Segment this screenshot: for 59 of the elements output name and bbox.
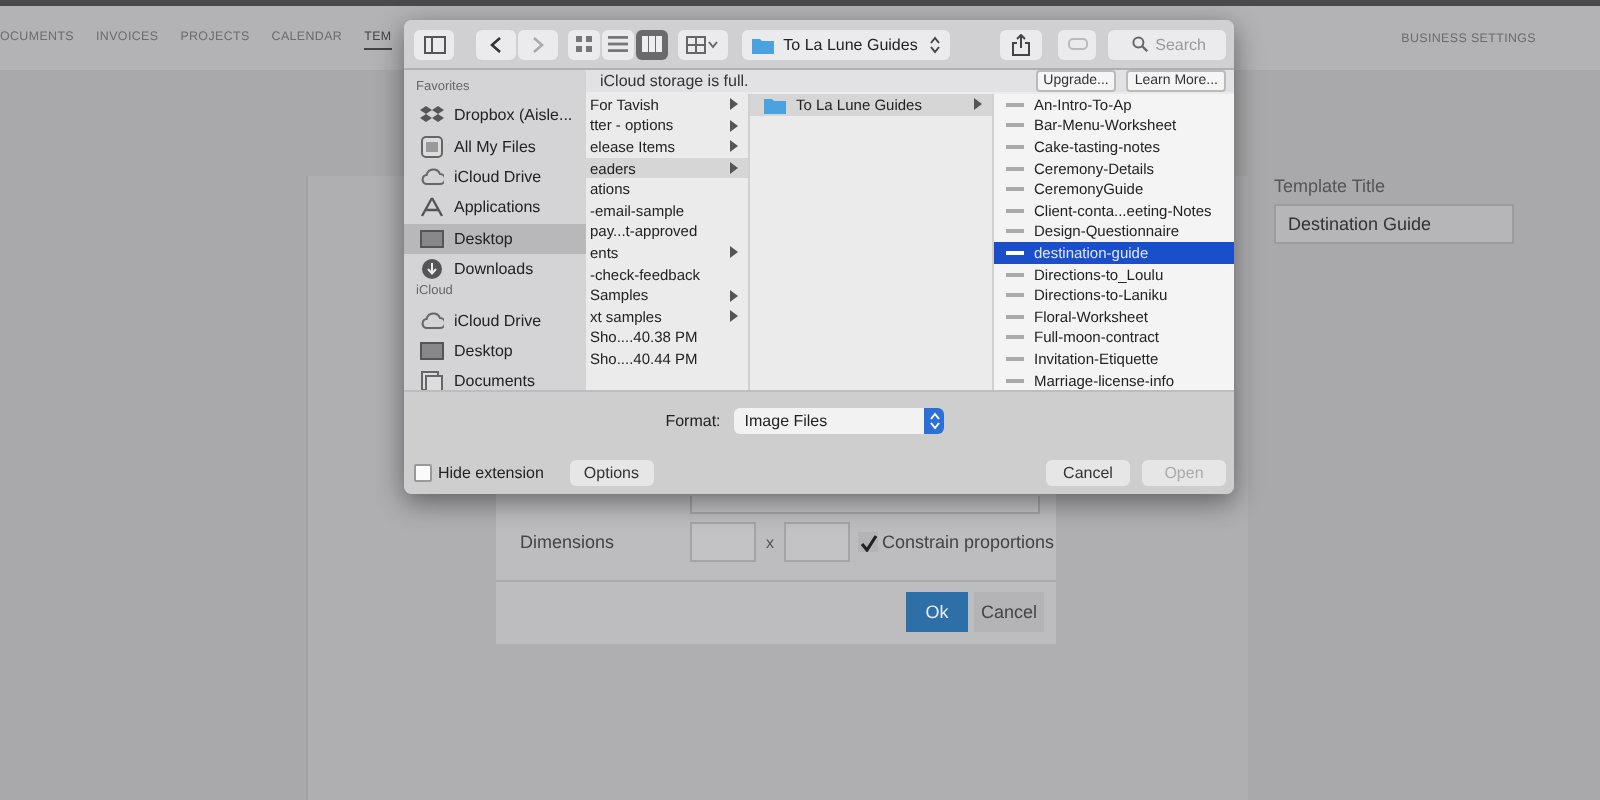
files-icon [420, 135, 444, 158]
disclosure-arrow-icon [974, 98, 982, 111]
download-icon [420, 258, 444, 281]
arrange-button[interactable] [678, 29, 728, 59]
view-mode-button[interactable] [636, 29, 669, 59]
hide-extension-label: Hide extension [438, 464, 544, 482]
dialog-button[interactable]: Cancel [1046, 460, 1130, 486]
folder-icon [751, 35, 774, 53]
chevron-left-icon [490, 35, 503, 53]
cloud-icon [420, 309, 444, 332]
sidebar-item[interactable]: Applications [404, 192, 586, 224]
monitor-icon [420, 227, 444, 250]
back-button[interactable] [476, 29, 517, 59]
width-field[interactable] [690, 522, 756, 562]
chevron-right-icon [532, 35, 545, 53]
check-icon [859, 533, 877, 551]
grid-icon [574, 34, 595, 54]
notice-text: iCloud storage is full. [600, 72, 749, 90]
sidebar-item[interactable]: Downloads [404, 253, 586, 285]
sidebar-item[interactable]: iCloud Drive [404, 304, 586, 336]
dialog-button[interactable]: Options [569, 460, 653, 486]
dropbox-icon [420, 104, 444, 127]
sidebar-item[interactable]: iCloud Drive [404, 161, 586, 193]
arrange-icon [686, 35, 719, 53]
checkbox[interactable] [414, 464, 432, 482]
path-label: To La Lune Guides [783, 35, 920, 53]
format-label: Format: [665, 412, 721, 430]
input-field[interactable] [690, 496, 1040, 514]
sidebar-item[interactable]: Dropbox (Aisle... [404, 100, 586, 131]
constrain-label: Constrain proportions [882, 532, 1055, 552]
sidebar-item[interactable]: Desktop [404, 223, 586, 254]
updown-icon [929, 412, 940, 430]
share-button[interactable] [1000, 29, 1043, 59]
share-icon [1012, 33, 1031, 55]
search-icon [1131, 36, 1148, 52]
search-placeholder: Search [1155, 35, 1206, 53]
tag-icon [1067, 38, 1087, 50]
disclosure-arrow-icon [730, 246, 738, 259]
times-sign: x [766, 533, 774, 551]
list-icon [608, 34, 629, 54]
monitor-icon [420, 339, 444, 362]
sidebar-icon [423, 35, 446, 53]
checkbox[interactable] [858, 532, 878, 552]
cancel-button[interactable]: Cancel [974, 592, 1044, 632]
updown-icon [930, 35, 941, 53]
height-field[interactable] [784, 522, 850, 562]
sidebar-toggle-button[interactable] [414, 29, 455, 59]
cloud-icon [420, 165, 444, 188]
columns-icon [642, 34, 663, 54]
template-title-field[interactable]: Destination Guide [1274, 204, 1514, 244]
field-label: Template Title [1274, 176, 1388, 196]
view-mode-button[interactable] [568, 29, 601, 59]
path-popup[interactable]: To La Lune Guides [741, 29, 951, 59]
view-mode-button[interactable] [602, 29, 635, 59]
sidebar-item[interactable]: All My Files [404, 130, 586, 162]
ok-button[interactable]: Ok [906, 592, 968, 632]
dimensions-label: Dimensions [520, 532, 617, 552]
sidebar-item[interactable]: Desktop [404, 335, 586, 367]
format-popup[interactable]: Image Files [734, 408, 945, 434]
